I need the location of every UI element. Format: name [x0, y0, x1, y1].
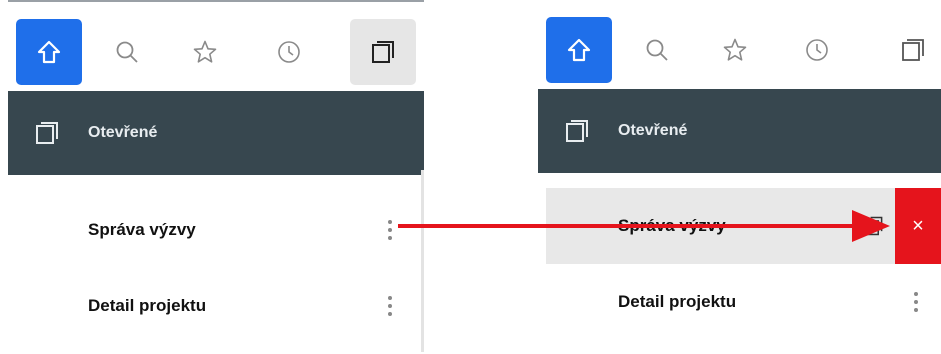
history-button[interactable] [784, 17, 850, 83]
section-header: Otevřené [538, 89, 941, 173]
menu-button[interactable] [380, 291, 400, 321]
star-icon [193, 40, 217, 63]
open-windows-button[interactable] [350, 19, 416, 85]
home-button[interactable] [16, 19, 82, 85]
list-item[interactable]: Detail projektu [538, 264, 941, 340]
list-item-label: Správa výzvy [618, 216, 726, 235]
menu-button[interactable] [380, 215, 400, 245]
menu-button[interactable] [906, 287, 926, 317]
section-header: Otevřené [8, 91, 424, 175]
toolbar [8, 2, 424, 90]
search-button[interactable] [624, 17, 690, 83]
home-icon [567, 38, 591, 62]
windows-icon [564, 117, 592, 145]
header-label: Otevřené [618, 122, 688, 139]
search-icon [116, 41, 138, 63]
clock-icon [806, 39, 828, 61]
close-icon: × [912, 214, 924, 237]
copy-button[interactable] [861, 213, 887, 239]
favorites-button[interactable] [702, 17, 768, 83]
kebab-icon [388, 220, 392, 240]
list-item[interactable]: Detail projektu [8, 268, 424, 344]
kebab-icon [914, 292, 918, 312]
list-item[interactable]: Správa výzvy [8, 192, 424, 268]
search-icon [646, 39, 668, 61]
home-button[interactable] [546, 17, 612, 83]
open-windows-button[interactable] [880, 17, 941, 83]
clock-icon [278, 41, 300, 63]
kebab-icon [388, 296, 392, 316]
favorites-button[interactable] [172, 19, 238, 85]
search-button[interactable] [94, 19, 160, 85]
panel-left: Otevřené Správa výzvy Detail projektu [8, 0, 424, 354]
header-label: Otevřené [88, 124, 158, 141]
toolbar [538, 0, 941, 88]
list-item-swiped[interactable]: Správa výzvy × [546, 188, 941, 264]
panel-right: Otevřené Správa výzvy × Detail projektu [538, 0, 941, 352]
panel-edge [421, 170, 424, 352]
copy-icon [866, 216, 883, 236]
close-button[interactable]: × [895, 188, 941, 264]
list-item-label: Detail projektu [88, 296, 207, 315]
home-icon [37, 40, 61, 64]
windows-icon [34, 119, 62, 147]
history-button[interactable] [256, 19, 322, 85]
list-item-label: Detail projektu [618, 292, 737, 311]
list-item-label: Správa výzvy [88, 220, 196, 239]
windows-icon [372, 41, 394, 63]
star-icon [723, 38, 747, 61]
windows-icon [902, 39, 924, 61]
